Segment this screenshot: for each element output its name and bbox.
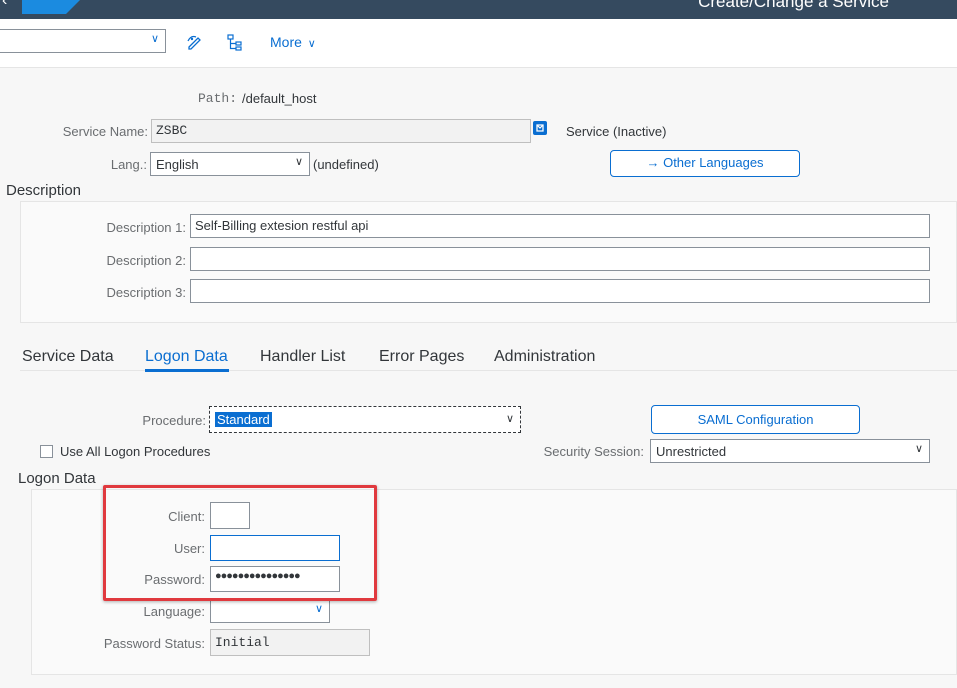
active-tab-indicator [145, 369, 229, 372]
more-label: More [270, 34, 302, 50]
description-1-input[interactable]: Self-Billing extesion restful api [190, 214, 930, 238]
use-all-logon-procedures-checkbox[interactable] [40, 445, 53, 458]
chevron-down-icon: ∨ [505, 413, 514, 425]
security-session-label: Security Session: [543, 444, 644, 459]
service-name-field: ZSBC [151, 119, 531, 143]
command-field[interactable]: ∨ [0, 29, 166, 53]
language-select[interactable]: ∨ [210, 599, 330, 623]
security-session-value: Unrestricted [656, 444, 727, 459]
password-status-label: Password Status: [103, 636, 205, 651]
path-label: Path: [197, 91, 237, 106]
use-all-logon-procedures-label: Use All Logon Procedures [60, 444, 211, 459]
more-button[interactable]: More ∨ [270, 34, 316, 50]
tab-error-pages[interactable]: Error Pages [379, 348, 464, 366]
lang-note: (undefined) [313, 157, 379, 172]
service-info-icon[interactable] [533, 121, 547, 135]
description-2-label: Description 2: [106, 253, 186, 268]
tab-logon-data[interactable]: Logon Data [145, 348, 228, 366]
procedure-value: Standard [215, 412, 272, 427]
chevron-down-icon: ∨ [914, 443, 923, 455]
back-icon[interactable]: ‹ [2, 0, 7, 10]
description-1-label: Description 1: [106, 220, 186, 235]
highlight-box [103, 485, 377, 601]
description-2-input[interactable] [190, 247, 930, 271]
lang-label: Lang.: [110, 157, 147, 172]
tab-service-data[interactable]: Service Data [22, 348, 114, 366]
lang-select[interactable]: English ∨ [150, 152, 310, 176]
chevron-down-icon: ∨ [307, 38, 316, 50]
description-title: Description [6, 182, 82, 199]
shell-title: Create/Change a Service [698, 0, 889, 11]
sap-logo [22, 0, 80, 14]
language-label: Language: [143, 604, 205, 619]
security-session-select[interactable]: Unrestricted ∨ [650, 439, 930, 463]
other-languages-button[interactable]: → Other Languages [610, 150, 800, 177]
password-status-field: Initial [210, 629, 370, 656]
procedure-label: Procedure: [142, 413, 206, 428]
service-status: Service (Inactive) [566, 124, 667, 139]
description-3-input[interactable] [190, 279, 930, 303]
saml-configuration-button[interactable]: SAML Configuration [651, 405, 860, 434]
tab-administration[interactable]: Administration [494, 348, 595, 366]
service-name-label: Service Name: [62, 124, 148, 139]
display-change-icon[interactable] [186, 33, 204, 51]
description-3-label: Description 3: [106, 285, 186, 300]
shell-bar: ‹ Create/Change a Service [0, 0, 957, 19]
other-languages-label: Other Languages [663, 155, 764, 170]
toolbar: ∨ More ∨ [0, 19, 957, 68]
chevron-down-icon: ∨ [294, 156, 303, 168]
procedure-select[interactable]: Standard ∨ [209, 406, 521, 433]
hierarchy-icon[interactable] [226, 33, 244, 51]
chevron-down-icon: ∨ [150, 33, 159, 45]
tab-handler-list[interactable]: Handler List [260, 348, 345, 366]
chevron-down-icon: ∨ [314, 603, 323, 615]
arrow-right-icon: → [646, 155, 660, 170]
logon-data-title: Logon Data [18, 470, 96, 487]
lang-value: English [156, 157, 199, 172]
path-value: /default_host [242, 91, 317, 106]
